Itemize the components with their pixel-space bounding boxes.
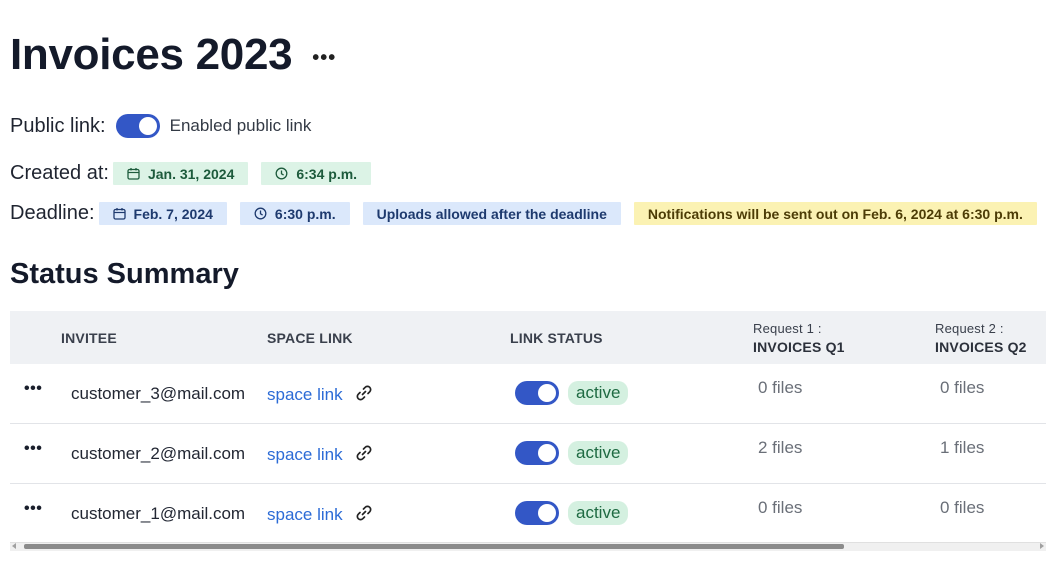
toggle-knob	[538, 384, 556, 402]
request-1-files: 2 files	[758, 438, 803, 457]
invitee-email: customer_3@mail.com	[71, 384, 246, 403]
toggle-knob	[538, 444, 556, 462]
request-1-name: INVOICES Q1	[753, 339, 845, 355]
space-link[interactable]: space link	[267, 445, 343, 464]
table-row: ••• customer_1@mail.com space link activ…	[10, 484, 1046, 543]
link-icon[interactable]	[355, 444, 373, 462]
created-time-chip: 6:34 p.m.	[261, 162, 372, 185]
col-header-invitee: INVITEE	[61, 330, 117, 346]
space-link-cell: space link	[267, 444, 373, 465]
scroll-left-arrow-icon[interactable]	[12, 543, 16, 549]
toggle-knob	[538, 504, 556, 522]
uploads-note-chip: Uploads allowed after the deadline	[362, 202, 621, 225]
title-row: Invoices 2023 •••	[10, 30, 336, 80]
clock-icon	[275, 167, 288, 180]
link-status-cell: active	[515, 381, 629, 405]
link-status-toggle[interactable]	[515, 381, 559, 405]
deadline-date-chip: Feb. 7, 2024	[98, 202, 227, 225]
deadline-label: Deadline:	[10, 202, 95, 224]
public-link-label: Public link:	[10, 114, 106, 137]
notifications-note-chip: Notifications will be sent out on Feb. 6…	[633, 202, 1037, 225]
link-status-toggle[interactable]	[515, 501, 559, 525]
status-summary-title: Status Summary	[10, 258, 239, 290]
request-1-files: 0 files	[758, 378, 803, 397]
link-icon[interactable]	[355, 384, 373, 402]
request-2-prefix: Request 2 :	[935, 321, 1004, 336]
space-link[interactable]: space link	[267, 505, 343, 524]
created-row: Created at: Jan. 31, 2024 6:34 p.m.	[10, 162, 372, 185]
row-more-button[interactable]: •••	[24, 500, 42, 518]
page-more-button[interactable]: •••	[312, 47, 336, 70]
deadline-date: Feb. 7, 2024	[133, 205, 213, 222]
col-header-request-2: Request 2 : INVOICES Q2	[935, 319, 1027, 357]
table-row: ••• customer_2@mail.com space link activ…	[10, 424, 1046, 484]
table-row: ••• customer_3@mail.com space link activ…	[10, 364, 1046, 424]
request-2-files: 0 files	[940, 378, 985, 397]
space-link-cell: space link	[267, 504, 373, 525]
status-badge: active	[568, 501, 629, 525]
col-header-space-link: SPACE LINK	[267, 330, 353, 346]
request-2-files: 1 files	[940, 438, 985, 457]
request-2-files: 0 files	[940, 498, 985, 517]
created-time: 6:34 p.m.	[296, 165, 358, 182]
public-link-toggle[interactable]	[115, 114, 160, 138]
request-1-prefix: Request 1 :	[753, 321, 822, 336]
status-badge: active	[568, 441, 629, 465]
request-2-name: INVOICES Q2	[935, 339, 1027, 355]
link-icon[interactable]	[355, 504, 373, 522]
row-more-button[interactable]: •••	[24, 440, 42, 458]
invitee-email: customer_1@mail.com	[71, 504, 246, 523]
col-header-request-1: Request 1 : INVOICES Q1	[753, 319, 845, 357]
calendar-icon	[112, 208, 126, 220]
public-link-row: Public link: Enabled public link	[10, 114, 311, 138]
created-label: Created at:	[10, 162, 109, 184]
public-link-toggle-label: Enabled public link	[169, 116, 312, 135]
calendar-icon	[127, 168, 140, 180]
space-link-cell: space link	[267, 384, 373, 405]
status-badge: active	[568, 381, 629, 405]
link-status-cell: active	[515, 441, 629, 465]
invitee-email: customer_2@mail.com	[71, 444, 246, 463]
toggle-knob	[138, 117, 157, 135]
row-more-button[interactable]: •••	[24, 380, 42, 398]
horizontal-scrollbar[interactable]	[10, 542, 1046, 551]
table-header: INVITEE SPACE LINK LINK STATUS Request 1…	[10, 311, 1046, 364]
status-table: INVITEE SPACE LINK LINK STATUS Request 1…	[10, 311, 1046, 543]
deadline-time: 6:30 p.m.	[274, 205, 336, 222]
scroll-right-arrow-icon[interactable]	[1040, 543, 1044, 549]
scrollbar-thumb[interactable]	[24, 544, 844, 549]
request-1-files: 0 files	[758, 498, 803, 517]
clock-icon	[254, 207, 267, 220]
created-date-chip: Jan. 31, 2024	[112, 162, 249, 185]
space-link[interactable]: space link	[267, 385, 343, 404]
col-header-link-status: LINK STATUS	[510, 330, 603, 346]
created-date: Jan. 31, 2024	[147, 165, 235, 182]
page-title: Invoices 2023	[10, 30, 293, 79]
link-status-toggle[interactable]	[515, 441, 559, 465]
link-status-cell: active	[515, 501, 629, 525]
deadline-time-chip: 6:30 p.m.	[239, 202, 350, 225]
deadline-row: Deadline: Feb. 7, 2024 6:30 p.m. Uploads…	[10, 202, 1037, 225]
